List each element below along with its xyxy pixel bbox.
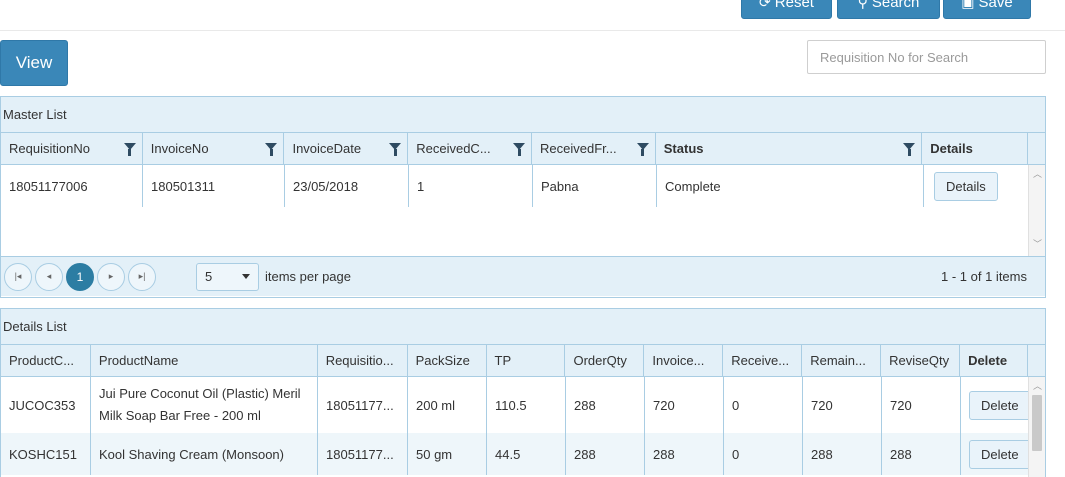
cell-received: 0 <box>724 377 803 433</box>
details-list-grid: Details List ProductC... ProductName Req… <box>0 308 1046 477</box>
cell-pack-size: 50 gm <box>408 433 487 475</box>
scroll-down-icon[interactable]: ﹀ <box>1033 240 1042 249</box>
save-button[interactable]: ▣ Save <box>943 0 1031 19</box>
scroll-up-icon[interactable]: ︿ <box>1033 382 1042 391</box>
cell-details: Details <box>924 165 1030 207</box>
cell-invoice: 288 <box>645 433 724 475</box>
details-list-scrollbar[interactable]: ︿ <box>1028 377 1045 477</box>
column-header-productname[interactable]: ProductName <box>91 345 318 376</box>
search-button[interactable]: ⚲ Search <box>837 0 940 19</box>
cell-product-code: JUCOC353 <box>1 377 91 433</box>
cell-requisition: 18051177... <box>318 377 408 433</box>
filter-icon[interactable] <box>513 143 525 156</box>
master-list-title: Master List <box>1 97 1045 133</box>
filter-icon[interactable] <box>903 143 916 156</box>
scroll-up-icon[interactable]: ︿ <box>1033 170 1042 179</box>
save-icon: ▣ <box>961 0 975 10</box>
column-header-delete: Delete <box>960 345 1028 376</box>
previous-page-icon[interactable]: ◂ <box>35 262 63 291</box>
page-size-value: 5 <box>205 269 213 284</box>
view-button[interactable]: View <box>0 40 68 86</box>
reset-label: Reset <box>774 0 814 11</box>
current-page-button[interactable]: 1 <box>66 262 94 291</box>
refresh-icon: ⟳ <box>759 0 771 10</box>
cell-order-qty: 288 <box>566 433 645 475</box>
details-list-title: Details List <box>1 309 1045 345</box>
cell-tp: 110.5 <box>487 377 566 433</box>
cell-delete: Delete <box>961 377 1029 433</box>
column-header-invoicedate[interactable]: InvoiceDate <box>284 133 409 164</box>
cell-received-c: 1 <box>409 165 533 207</box>
column-header-orderqty[interactable]: OrderQty <box>565 345 645 376</box>
save-label: Save <box>978 0 1013 11</box>
column-header-invoiceno[interactable]: InvoiceNo <box>143 133 285 164</box>
cell-pack-size: 200 ml <box>408 377 487 433</box>
details-button[interactable]: Details <box>934 171 998 201</box>
scrollbar-thumb[interactable] <box>1032 395 1042 451</box>
cell-invoice-no: 180501311 <box>143 165 285 207</box>
cell-requisition: 18051177... <box>318 433 408 475</box>
details-list-body: JUCOC353 Jui Pure Coconut Oil (Plastic) … <box>1 377 1045 477</box>
table-row[interactable]: JUCOC353 Jui Pure Coconut Oil (Plastic) … <box>1 377 1045 433</box>
column-header-receivedc[interactable]: ReceivedC... <box>408 133 532 164</box>
column-header-details: Details <box>922 133 1029 164</box>
items-per-page-label: items per page <box>265 269 351 284</box>
cell-received: 0 <box>724 433 803 475</box>
table-row[interactable]: 18051177006 180501311 23/05/2018 1 Pabna… <box>1 165 1045 207</box>
cell-remain: 720 <box>803 377 882 433</box>
column-header-remain[interactable]: Remain... <box>802 345 882 376</box>
details-list-header: ProductC... ProductName Requisitio... Pa… <box>1 345 1045 377</box>
next-page-icon[interactable]: ▸ <box>97 262 125 291</box>
filter-icon[interactable] <box>123 143 136 156</box>
filter-icon[interactable] <box>636 143 649 156</box>
cell-remain: 288 <box>803 433 882 475</box>
column-header-tp[interactable]: TP <box>487 345 566 376</box>
column-header-requisitionno[interactable]: RequisitionNo <box>1 133 143 164</box>
column-header-reviseqty[interactable]: ReviseQty <box>881 345 961 376</box>
master-list-pager: |◂ ◂ 1 ▸ ▸| 5 items per page 1 - 1 of 1 … <box>1 256 1045 296</box>
master-list-header: RequisitionNo InvoiceNo InvoiceDate Rece… <box>1 133 1045 165</box>
master-list-body: 18051177006 180501311 23/05/2018 1 Pabna… <box>1 165 1045 256</box>
delete-button[interactable]: Delete <box>969 439 1029 469</box>
cell-tp: 44.5 <box>487 433 566 475</box>
cell-revise-qty: 720 <box>882 377 961 433</box>
requisition-search-input[interactable] <box>807 40 1046 74</box>
reset-button[interactable]: ⟳ Reset <box>741 0 832 19</box>
master-list-grid: Master List RequisitionNo InvoiceNo Invo… <box>0 96 1046 298</box>
column-header-packsize[interactable]: PackSize <box>408 345 487 376</box>
column-header-invoice[interactable]: Invoice... <box>644 345 724 376</box>
toolbar-divider <box>0 30 1065 31</box>
column-header-requisition[interactable]: Requisitio... <box>318 345 408 376</box>
cell-status: Complete <box>657 165 924 207</box>
column-header-productcode[interactable]: ProductC... <box>1 345 91 376</box>
filter-icon[interactable] <box>389 143 402 156</box>
cell-product-code: KOSHC151 <box>1 433 91 475</box>
column-header-received[interactable]: Receive... <box>723 345 803 376</box>
cell-order-qty: 288 <box>566 377 645 433</box>
cell-invoice-date: 23/05/2018 <box>285 165 409 207</box>
page-size-select[interactable]: 5 <box>196 262 259 291</box>
master-list-scrollbar[interactable]: ︿ ﹀ <box>1028 165 1045 256</box>
first-page-icon[interactable]: |◂ <box>4 262 32 291</box>
delete-button[interactable]: Delete <box>969 390 1029 420</box>
column-header-status[interactable]: Status <box>656 133 923 164</box>
cell-received-from: Pabna <box>533 165 657 207</box>
pager-info: 1 - 1 of 1 items <box>941 269 1027 284</box>
filter-icon[interactable] <box>265 143 278 156</box>
header-scroll-spacer <box>1028 345 1045 376</box>
chevron-down-icon <box>242 274 250 279</box>
search-label: Search <box>871 0 920 11</box>
cell-product-name: Jui Pure Coconut Oil (Plastic) Meril Mil… <box>91 377 318 433</box>
search-icon: ⚲ <box>857 0 868 10</box>
cell-invoice: 720 <box>645 377 724 433</box>
header-scroll-spacer <box>1028 133 1045 164</box>
column-header-receivedfrom[interactable]: ReceivedFr... <box>532 133 656 164</box>
cell-product-name: Kool Shaving Cream (Monsoon) <box>91 433 318 475</box>
table-row[interactable]: KOSHC151 Kool Shaving Cream (Monsoon) 18… <box>1 433 1045 475</box>
cell-requisition-no: 18051177006 <box>1 165 143 207</box>
last-page-icon[interactable]: ▸| <box>128 262 156 291</box>
cell-delete: Delete <box>961 433 1029 475</box>
cell-revise-qty: 288 <box>882 433 961 475</box>
